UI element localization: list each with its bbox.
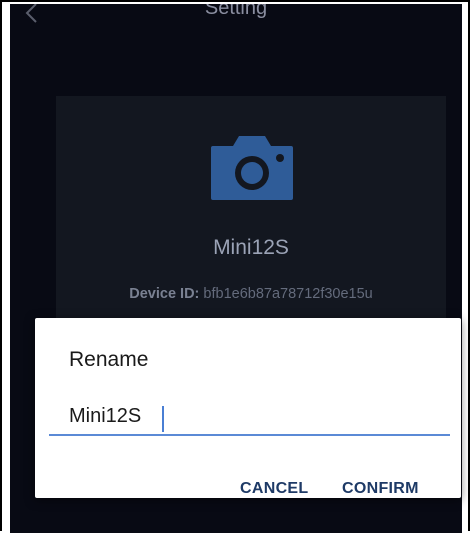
rename-dialog: Rename CANCEL CONFIRM (35, 318, 461, 498)
dialog-title: Rename (69, 348, 149, 371)
device-id: Device ID: bfb1e6b87a78712f30e15u (56, 286, 446, 302)
device-name: Mini12S (213, 236, 289, 259)
device-id-value: bfb1e6b87a78712f30e15u (203, 286, 373, 302)
device-card: Mini12S Device ID: bfb1e6b87a78712f30e15… (56, 96, 446, 344)
rename-input[interactable] (49, 398, 450, 436)
screenshot-frame: Setting Mini12S Device ID: bfb1e6b87a787… (0, 0, 470, 533)
top-bar: Setting (10, 4, 462, 28)
device-id-label: Device ID: (129, 286, 200, 302)
confirm-button[interactable]: CONFIRM (342, 480, 419, 498)
text-cursor (162, 406, 164, 432)
cancel-button[interactable]: CANCEL (240, 480, 308, 498)
camera-icon (211, 136, 293, 200)
page-title: Setting (204, 4, 268, 19)
